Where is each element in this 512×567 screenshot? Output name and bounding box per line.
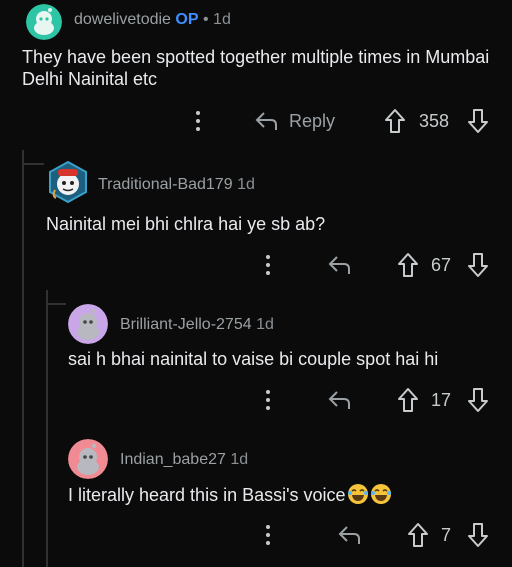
reply-icon[interactable] — [328, 254, 352, 276]
vote-count: 67 — [431, 255, 452, 275]
vote-count: 7 — [441, 525, 452, 545]
comment-age: 1d — [230, 451, 249, 468]
downvote-icon[interactable] — [467, 387, 489, 413]
vote-count: 358 — [419, 111, 450, 131]
comment-username[interactable]: dowelivetodie OP • 1d — [74, 11, 231, 29]
comment-body: sai h bhai nainital to vaise bi couple s… — [68, 349, 439, 369]
avatar[interactable] — [68, 304, 108, 344]
comment-username[interactable]: Brilliant-Jello-2754 1d — [120, 316, 274, 334]
thread-connector-2 — [46, 303, 66, 305]
avatar[interactable] — [68, 439, 108, 479]
laughing-emoji-icon — [347, 483, 369, 505]
comment-body: I literally heard this in Bassi's voice — [68, 483, 498, 506]
reply-icon[interactable] — [338, 524, 362, 546]
downvote-icon[interactable] — [467, 522, 489, 548]
reply-icon[interactable] — [328, 389, 352, 411]
reply-icon — [255, 110, 279, 132]
more-options-icon[interactable] — [263, 254, 273, 276]
downvote-icon[interactable] — [467, 108, 489, 134]
comment-body: Nainital mei bhi chlra hai ye sb ab? — [46, 214, 326, 234]
thread-line-level-2[interactable] — [46, 290, 48, 567]
avatar[interactable] — [26, 4, 62, 40]
comment-body: They have been spotted together multiple… — [22, 47, 490, 89]
username-text[interactable]: dowelivetodie — [74, 11, 171, 28]
upvote-icon[interactable] — [407, 522, 429, 548]
more-options-icon[interactable] — [263, 524, 273, 546]
thread-connector-1 — [22, 163, 44, 165]
more-options-icon[interactable] — [263, 389, 273, 411]
comment-username[interactable]: Traditional-Bad179 1d — [98, 176, 255, 194]
more-options-icon[interactable] — [193, 110, 203, 132]
laughing-emoji-icon — [370, 483, 392, 505]
vote-count: 17 — [431, 390, 452, 410]
comment-age: 1d — [256, 316, 274, 333]
upvote-icon[interactable] — [397, 387, 419, 413]
comment-username[interactable]: Indian_babe27 1d — [120, 451, 248, 469]
comment-age: 1d — [237, 176, 255, 193]
username-text[interactable]: Brilliant-Jello-2754 — [120, 316, 252, 333]
separator-dot: • — [202, 11, 209, 28]
op-badge: OP — [175, 11, 199, 28]
reply-label: Reply — [289, 111, 336, 131]
upvote-icon[interactable] — [397, 252, 419, 278]
downvote-icon[interactable] — [467, 252, 489, 278]
avatar[interactable] — [46, 160, 90, 204]
username-text[interactable]: Indian_babe27 — [120, 451, 226, 468]
upvote-icon[interactable] — [384, 108, 406, 134]
thread-line-level-1[interactable] — [22, 150, 24, 567]
username-text[interactable]: Traditional-Bad179 — [98, 176, 233, 193]
comment-body-text: I literally heard this in Bassi's voice — [68, 485, 346, 505]
comment-age: 1d — [213, 11, 231, 28]
